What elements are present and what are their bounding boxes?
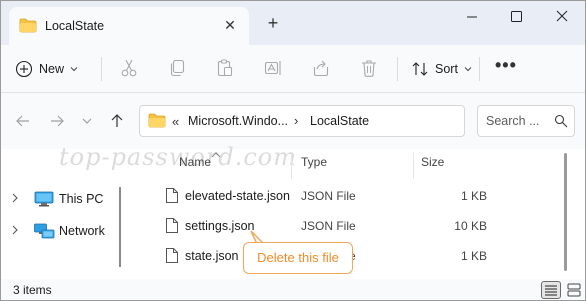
watermark: top-password.com	[59, 143, 297, 171]
maximize-button[interactable]	[493, 1, 539, 33]
file-icon	[165, 247, 179, 267]
this-pc-icon	[33, 190, 55, 208]
new-label: New	[39, 62, 65, 76]
new-icon	[15, 60, 33, 78]
command-separator	[101, 57, 102, 81]
more-options-icon[interactable]: •••	[495, 55, 517, 76]
breadcrumb-package[interactable]: Microsoft.Windo...	[188, 114, 288, 128]
chevron-down-icon	[464, 67, 472, 72]
file-type: JSON File	[301, 219, 356, 233]
forward-icon[interactable]	[49, 113, 65, 129]
minimize-icon	[467, 16, 477, 18]
column-header-size[interactable]: Size	[421, 155, 444, 177]
minimize-button[interactable]	[449, 1, 495, 33]
column-divider[interactable]	[413, 153, 414, 179]
column-header-type[interactable]: Type	[301, 155, 327, 177]
new-tab-button[interactable]: +	[263, 14, 283, 34]
sidebar-item-label: Network	[59, 224, 105, 238]
file-name: elevated-state.json	[185, 189, 290, 203]
search-icon	[554, 114, 568, 131]
overflow-chevron[interactable]: «	[172, 114, 179, 129]
breadcrumb-separator[interactable]: ›	[294, 113, 298, 128]
folder-icon	[148, 113, 166, 131]
tab-close-icon[interactable]: ✕	[221, 16, 239, 34]
file-size: 1 KB	[460, 189, 487, 203]
search-box[interactable]: Search ...	[477, 105, 575, 137]
close-window-button[interactable]	[539, 1, 585, 33]
back-icon[interactable]	[15, 113, 31, 129]
new-button[interactable]: New	[15, 57, 78, 81]
address-bar[interactable]: « Microsoft.Windo... › LocalState	[139, 105, 465, 137]
sort-icon	[412, 62, 428, 76]
tab-localstate[interactable]: LocalState ✕	[9, 7, 249, 45]
breadcrumb-localstate[interactable]: LocalState	[310, 114, 369, 128]
network-icon	[33, 222, 55, 240]
share-icon[interactable]	[311, 58, 331, 78]
expand-chevron-icon[interactable]	[11, 193, 25, 206]
file-icon	[165, 187, 179, 207]
details-view-icon[interactable]	[541, 281, 561, 299]
cut-icon[interactable]	[119, 58, 139, 78]
file-explorer-window: LocalState ✕ + New Sort ••• « Microsoft.…	[0, 0, 586, 301]
sidebar-item-label: This PC	[59, 192, 104, 206]
vertical-scrollbar[interactable]	[564, 153, 567, 271]
navigation-pane-splitter[interactable]	[119, 187, 121, 267]
close-icon	[556, 10, 568, 22]
content-area: top-password.com This PC Network Name Ty…	[1, 143, 585, 279]
column-divider[interactable]	[291, 153, 292, 179]
annotation-callout: Delete this file	[243, 242, 353, 274]
command-separator	[397, 57, 398, 81]
item-count: 3 items	[13, 283, 52, 297]
file-size: 1 KB	[460, 249, 487, 263]
copy-icon[interactable]	[167, 58, 187, 78]
callout-text: Delete this file	[257, 250, 339, 265]
tiles-view-icon[interactable]	[565, 281, 583, 299]
command-separator	[479, 57, 480, 81]
tab-title: LocalState	[45, 19, 105, 33]
maximize-icon	[511, 11, 522, 22]
up-icon[interactable]	[109, 113, 125, 129]
title-bar: LocalState ✕ +	[1, 1, 585, 45]
sort-button[interactable]: Sort	[411, 57, 472, 81]
file-row[interactable]: elevated-state.json JSON File 1 KB	[151, 181, 551, 211]
command-bar: New Sort •••	[1, 45, 585, 93]
paste-icon[interactable]	[215, 58, 235, 78]
file-size: 10 KB	[454, 219, 487, 233]
status-bar: 3 items	[1, 279, 585, 300]
sidebar-item-network[interactable]: Network	[11, 219, 105, 243]
address-row: « Microsoft.Windo... › LocalState Search…	[1, 93, 585, 149]
file-name: state.json	[185, 249, 239, 263]
sort-ascending-caret-icon	[211, 147, 221, 161]
delete-icon[interactable]	[359, 58, 379, 78]
search-placeholder: Search ...	[486, 114, 540, 128]
folder-icon	[19, 18, 37, 36]
recent-locations-chevron-icon[interactable]	[79, 113, 95, 129]
file-type: JSON File	[301, 189, 356, 203]
column-header-name[interactable]: Name	[179, 155, 211, 177]
chevron-down-icon	[70, 67, 78, 72]
file-icon	[165, 217, 179, 237]
expand-chevron-icon[interactable]	[11, 225, 25, 238]
file-row[interactable]: settings.json JSON File 10 KB	[151, 211, 551, 241]
sidebar-item-this-pc[interactable]: This PC	[11, 187, 103, 211]
sort-label: Sort	[435, 62, 458, 76]
rename-icon[interactable]	[263, 58, 283, 78]
